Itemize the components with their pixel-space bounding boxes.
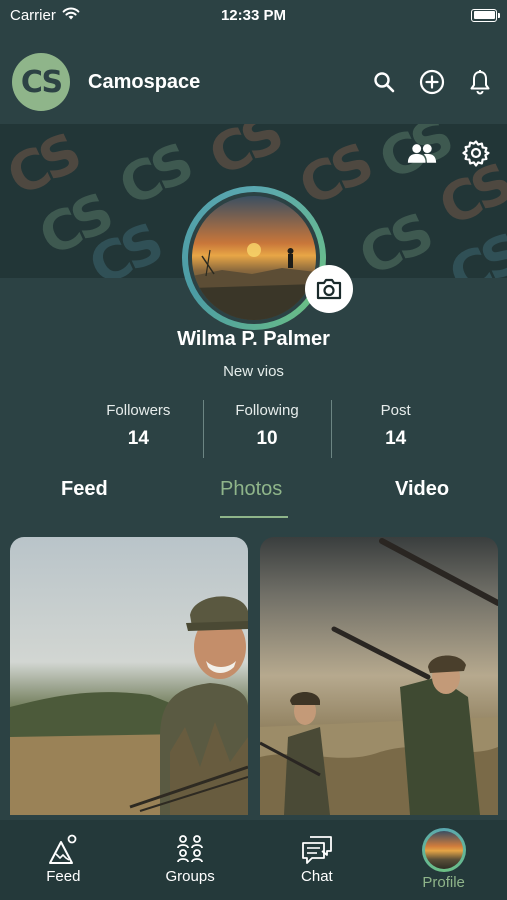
nav-label: Feed	[46, 868, 81, 885]
status-bar: Carrier 12:33 PM	[0, 0, 507, 30]
app-title: Camospace	[88, 70, 201, 93]
cover-actions	[407, 138, 491, 168]
search-icon[interactable]	[369, 67, 399, 97]
battery-icon	[471, 8, 500, 22]
nav-label: Groups	[165, 868, 215, 885]
nav-profile[interactable]: Profile	[380, 820, 507, 891]
photo-item[interactable]	[260, 537, 498, 815]
photo-grid	[10, 537, 498, 815]
chat-icon	[301, 836, 332, 864]
wifi-icon	[62, 7, 80, 24]
photo-item[interactable]	[10, 537, 248, 815]
stat-label: Post	[380, 402, 411, 419]
stat-label: Following	[235, 402, 299, 419]
profile-bio: New vios	[223, 363, 284, 380]
nav-chat[interactable]: Chat	[254, 820, 381, 885]
feed-icon	[49, 834, 77, 864]
nav-label: Chat	[301, 868, 333, 885]
cover-pattern-mark: CS	[199, 124, 288, 189]
stat-value: 14	[385, 428, 407, 449]
bottom-nav: Feed Groups Chat Profile	[0, 820, 507, 900]
stat-value: 14	[127, 428, 149, 449]
profile-avatar[interactable]	[182, 186, 326, 330]
profile-stats: Followers 14 Following 10 Post 14	[74, 398, 460, 460]
avatar-image	[192, 196, 316, 320]
cover-pattern-mark: CS	[349, 202, 438, 278]
nav-label: Profile	[422, 874, 465, 891]
active-tab-indicator	[220, 516, 288, 518]
tab-feed[interactable]: Feed	[61, 478, 108, 501]
friends-icon[interactable]	[407, 138, 437, 168]
nav-feed[interactable]: Feed	[0, 820, 127, 885]
stat-following[interactable]: Following 10	[202, 398, 332, 460]
app-header: CS Camospace	[0, 40, 507, 124]
content-tabs: Feed Photos Video	[0, 470, 507, 520]
nav-groups[interactable]: Groups	[127, 820, 254, 885]
settings-icon[interactable]	[461, 138, 491, 168]
change-avatar-button[interactable]	[305, 265, 353, 313]
cover-pattern-mark: CS	[109, 132, 198, 219]
camera-icon	[316, 278, 342, 300]
stat-value: 10	[256, 428, 278, 449]
carrier-label: Carrier	[10, 6, 56, 24]
bell-icon[interactable]	[465, 67, 495, 97]
cover-pattern-mark: CS	[439, 222, 507, 278]
groups-icon	[177, 835, 204, 863]
stat-post[interactable]: Post 14	[331, 398, 460, 460]
tab-video[interactable]: Video	[395, 478, 449, 501]
stat-label: Followers	[106, 402, 171, 419]
tab-photos[interactable]: Photos	[220, 478, 282, 501]
app-logo[interactable]: CS	[12, 53, 70, 111]
profile-avatar	[421, 828, 466, 872]
add-icon[interactable]	[417, 67, 447, 97]
header-actions	[369, 67, 495, 97]
status-left: Carrier	[10, 7, 80, 24]
profile-name: Wilma P. Palmer	[177, 328, 330, 350]
stat-followers[interactable]: Followers 14	[74, 398, 203, 460]
